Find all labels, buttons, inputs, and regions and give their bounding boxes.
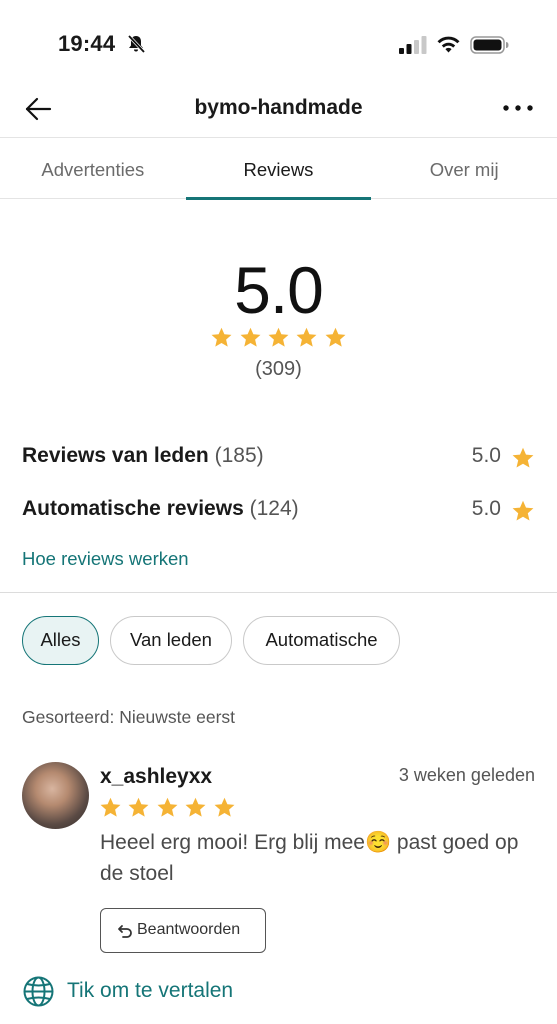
summary-count: (124) <box>249 497 299 520</box>
status-time: 19:44 <box>58 31 116 56</box>
summary-value: 5.0 <box>471 497 501 520</box>
filter-chip-automatische[interactable]: Automatische <box>243 616 400 665</box>
average-rating: 5.0 <box>234 253 324 327</box>
status-bar: 19:44 <box>0 0 557 80</box>
review-stars <box>99 796 237 824</box>
review-date: 3 weken geleden <box>398 765 535 785</box>
sort-label[interactable]: Gesorteerd: Nieuwste eerst <box>22 707 235 728</box>
star-icon <box>185 797 206 817</box>
average-stars <box>0 326 557 354</box>
star-icon <box>100 797 121 817</box>
summary-count: (185) <box>214 444 264 467</box>
divider <box>0 592 557 593</box>
battery-icon <box>470 36 509 54</box>
summary-label: Reviews van leden <box>22 444 209 467</box>
bell-slash-icon <box>127 34 146 54</box>
filter-chip-alles[interactable]: Alles <box>22 616 99 665</box>
tab-reviews[interactable]: Reviews <box>185 139 372 200</box>
page-title: bymo-handmade <box>194 96 363 119</box>
rating-count: (309) <box>255 358 302 380</box>
reply-button[interactable]: Beantwoorden <box>100 908 266 953</box>
tab-advertenties[interactable]: Advertenties <box>0 139 186 199</box>
cellular-signal-icon <box>399 36 427 54</box>
star-icon <box>512 500 534 521</box>
star-icon <box>268 327 289 347</box>
reply-button-label: Beantwoorden <box>137 921 241 938</box>
star-icon <box>296 327 317 347</box>
filter-chip-van-leden[interactable]: Van leden <box>110 616 232 665</box>
star-icon <box>512 447 534 468</box>
star-icon <box>157 797 178 817</box>
globe-icon <box>23 976 54 1007</box>
nav-bar: bymo-handmade <box>0 80 557 138</box>
summary-label: Automatische reviews <box>22 497 244 520</box>
star-icon <box>240 327 261 347</box>
star-icon <box>211 327 232 347</box>
star-icon <box>128 797 149 817</box>
review-username[interactable]: x_ashleyxx <box>100 765 212 789</box>
tab-bar: Advertenties Reviews Over mij <box>0 139 557 200</box>
review-text: Heeel erg mooi! Erg blij mee☺️ past goed… <box>100 831 519 885</box>
star-icon <box>325 327 346 347</box>
reply-arrow-icon <box>118 925 132 938</box>
avatar[interactable] <box>22 762 89 829</box>
summary-row-members: Reviews van leden (185) 5.0 <box>22 442 535 472</box>
translate-label: Tik om te vertalen <box>67 979 234 1002</box>
summary-row-automatic: Automatische reviews (124) 5.0 <box>22 495 535 525</box>
more-dots-icon[interactable] <box>500 102 536 114</box>
how-reviews-work-link[interactable]: Hoe reviews werken <box>22 548 189 570</box>
translate-link[interactable]: Tik om te vertalen <box>22 975 322 1009</box>
wifi-icon <box>437 36 460 53</box>
tab-over-mij[interactable]: Over mij <box>371 139 557 199</box>
summary-value: 5.0 <box>471 444 501 467</box>
star-icon <box>214 797 235 817</box>
